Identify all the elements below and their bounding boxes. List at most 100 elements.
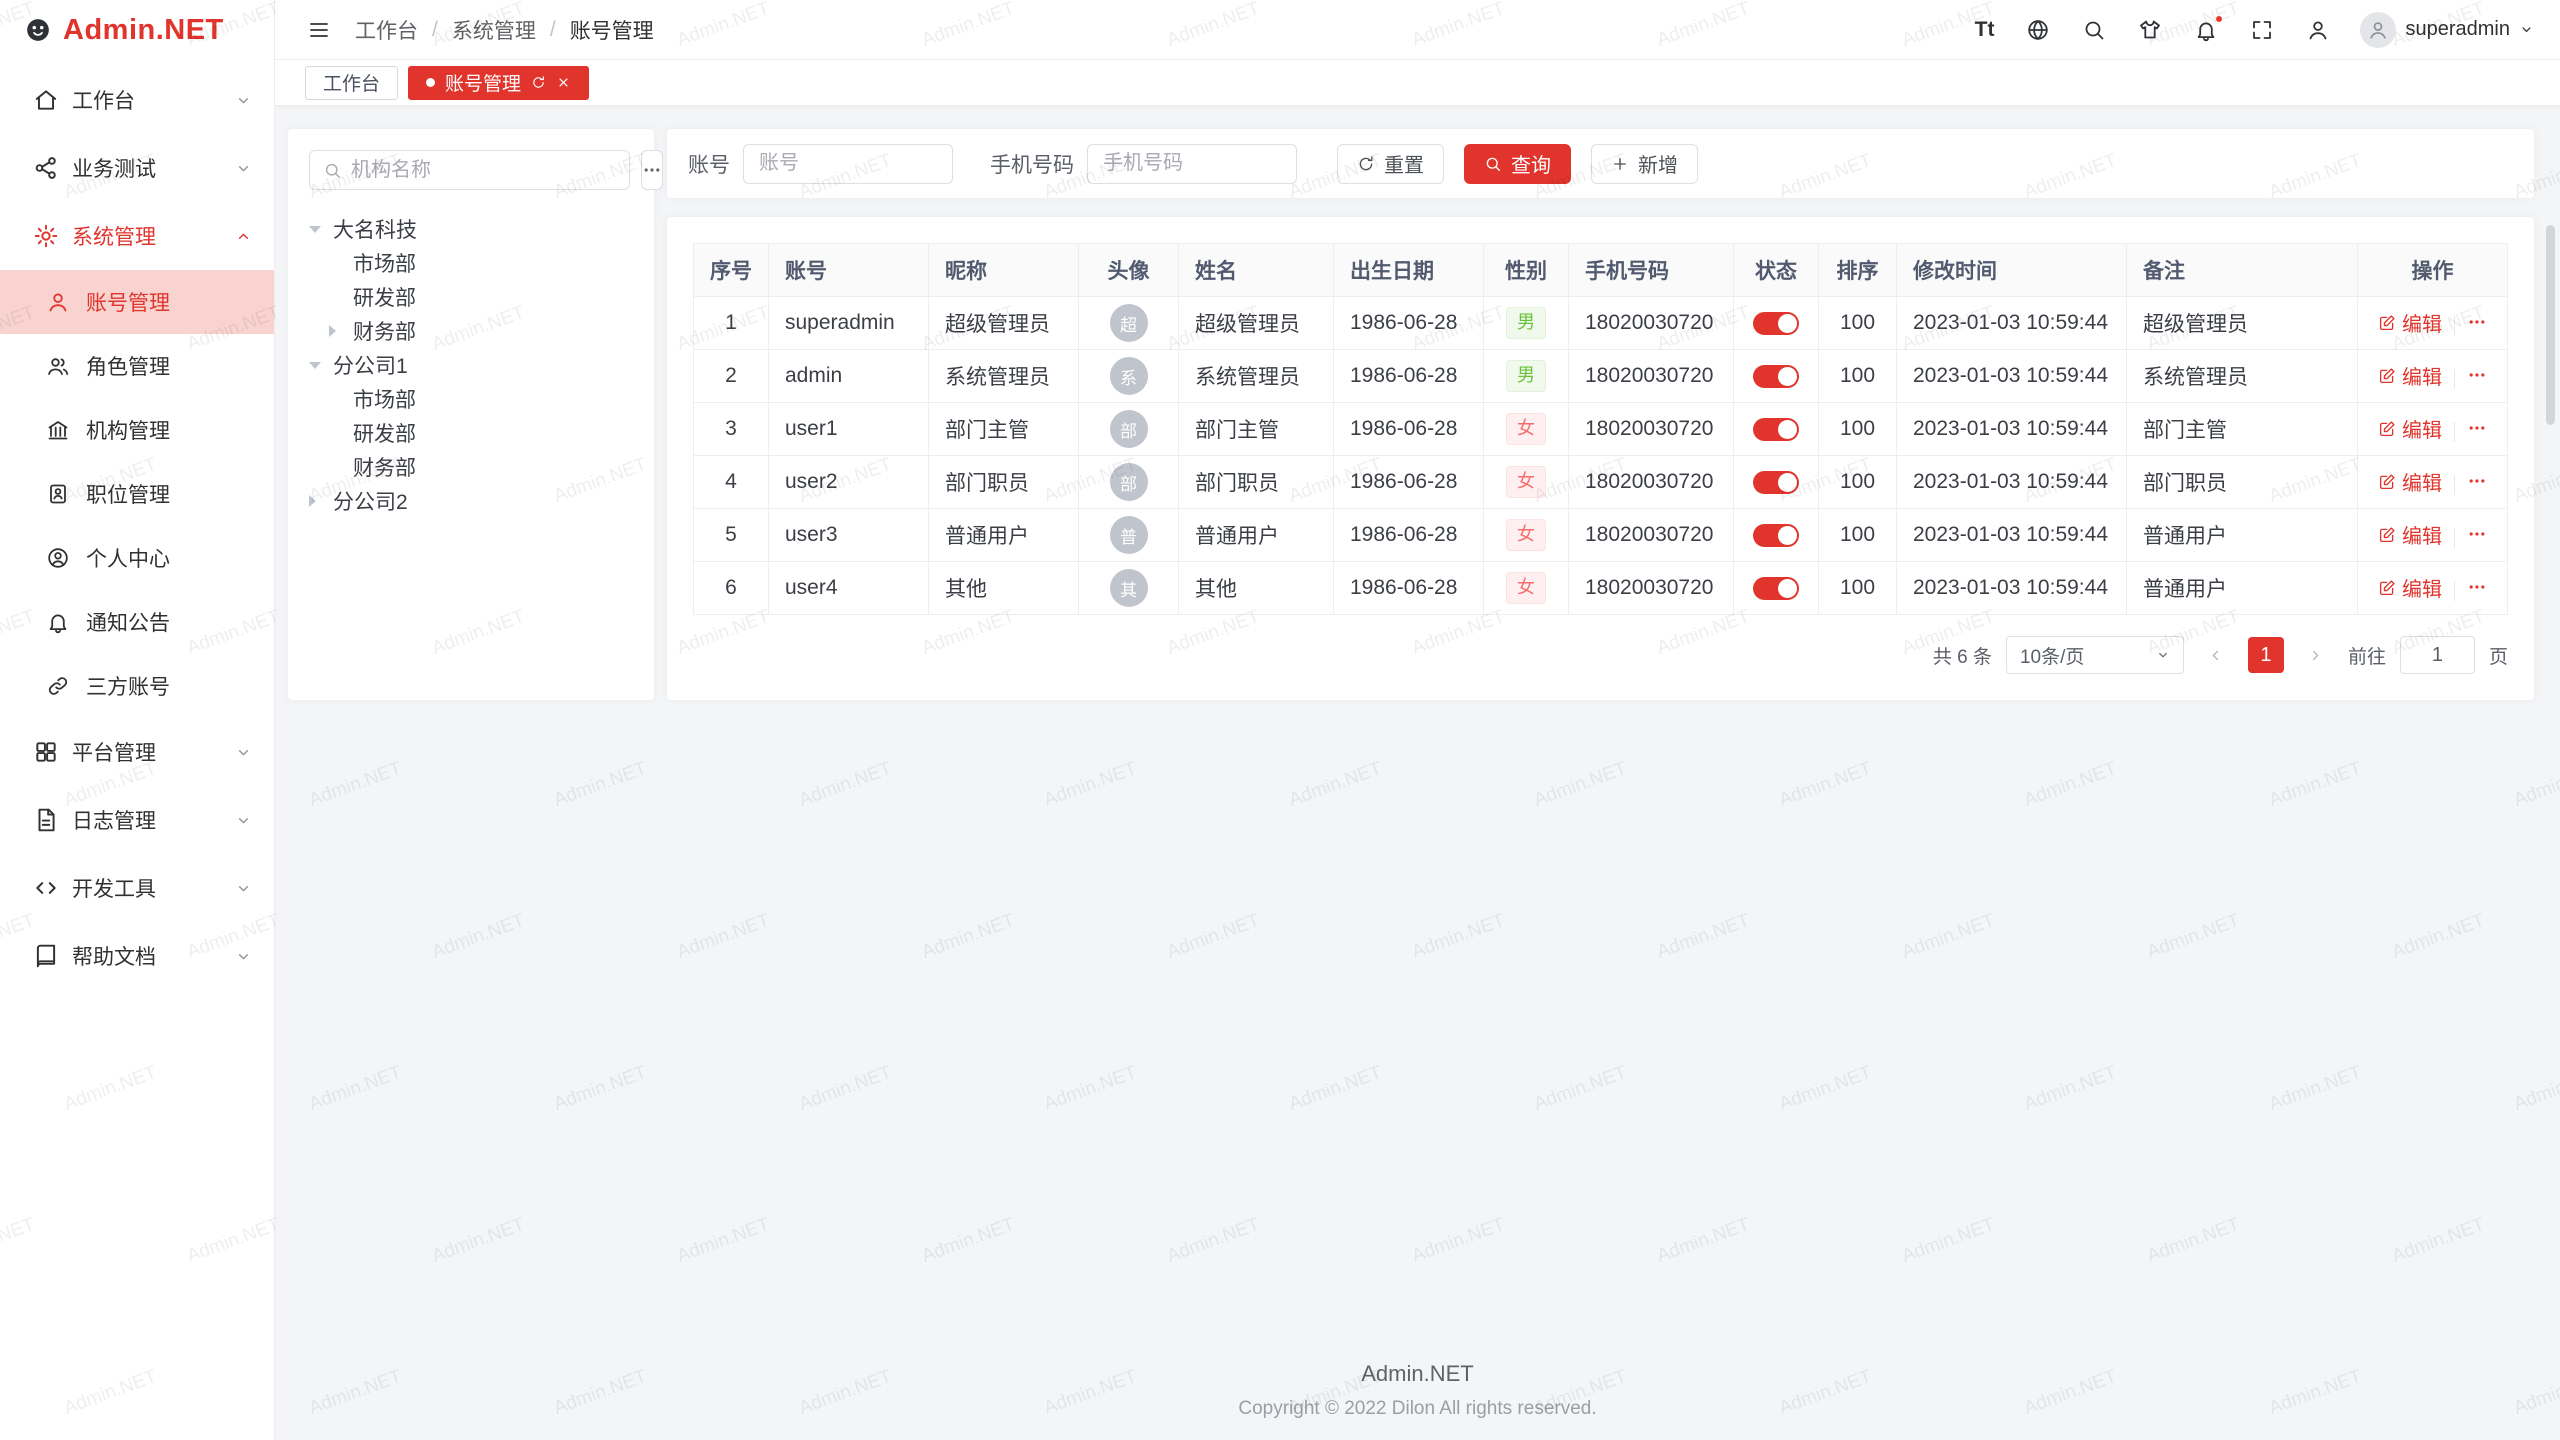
notifications-button[interactable]	[2188, 12, 2224, 48]
org-more-button[interactable]	[641, 150, 663, 190]
edit-button[interactable]: 编辑	[2378, 467, 2442, 496]
chevron-down-icon	[235, 948, 252, 965]
row-more-button[interactable]	[2467, 577, 2487, 597]
notification-badge	[2214, 14, 2224, 24]
tab-account-management[interactable]: 账号管理	[408, 66, 589, 100]
caret-down-icon[interactable]	[309, 362, 333, 369]
sidebar-item-workbench[interactable]: 工作台	[0, 66, 274, 134]
status-toggle[interactable]	[1753, 365, 1799, 388]
sidebar-subitem-position-management[interactable]: 职位管理	[0, 462, 274, 526]
sidebar-subitem-role-management[interactable]: 角色管理	[0, 334, 274, 398]
status-toggle[interactable]	[1753, 577, 1799, 600]
gender-badge: 女	[1506, 466, 1546, 497]
refresh-icon	[1357, 152, 1375, 175]
status-toggle[interactable]	[1753, 524, 1799, 547]
org-tree-node[interactable]: 大名科技	[309, 212, 633, 246]
page-unit-label: 页	[2489, 642, 2508, 669]
sidebar-item-dev-tools[interactable]: 开发工具	[0, 854, 274, 922]
breadcrumb-item[interactable]: 账号管理	[570, 15, 654, 45]
account-filter-input[interactable]	[743, 144, 953, 184]
cell-status	[1734, 562, 1819, 615]
sidebar-item-log-management[interactable]: 日志管理	[0, 786, 274, 854]
row-more-button[interactable]	[2467, 418, 2487, 438]
sidebar-item-platform-management[interactable]: 平台管理	[0, 718, 274, 786]
font-size-button[interactable]: Tt	[1969, 12, 2001, 48]
role-icon	[46, 354, 70, 378]
status-toggle[interactable]	[1753, 471, 1799, 494]
username: superadmin	[2405, 18, 2510, 41]
sidebar-subitem-third-party-account[interactable]: 三方账号	[0, 654, 274, 718]
goto-page-input[interactable]	[2400, 636, 2475, 674]
column-header: 头像	[1079, 244, 1179, 297]
org-tree-node[interactable]: 财务部	[309, 314, 633, 348]
org-tree-node[interactable]: 分公司2	[309, 484, 633, 518]
row-more-button[interactable]	[2467, 365, 2487, 385]
app-logo[interactable]: Admin.NET	[0, 0, 274, 60]
current-page-button[interactable]: 1	[2248, 637, 2284, 673]
query-button[interactable]: 查询	[1464, 144, 1571, 184]
org-search-input[interactable]	[351, 159, 616, 182]
edit-button[interactable]: 编辑	[2378, 573, 2442, 602]
sidebar-subitem-account-management[interactable]: 账号管理	[0, 270, 274, 334]
gender-badge: 男	[1506, 360, 1546, 391]
reset-button[interactable]: 重置	[1337, 144, 1444, 184]
menu-collapse-button[interactable]	[301, 12, 337, 48]
breadcrumb-item[interactable]: 工作台	[355, 15, 418, 45]
cell-name: 部门职员	[1179, 456, 1334, 509]
edit-button[interactable]: 编辑	[2378, 361, 2442, 390]
org-tree-node[interactable]: 市场部	[309, 246, 633, 280]
edit-icon	[2378, 314, 2396, 332]
row-more-button[interactable]	[2467, 524, 2487, 544]
sidebar-item-help-docs[interactable]: 帮助文档	[0, 922, 274, 990]
breadcrumb-item[interactable]: 系统管理	[452, 15, 536, 45]
row-more-button[interactable]	[2467, 471, 2487, 491]
fullscreen-button[interactable]	[2244, 12, 2280, 48]
caret-down-icon[interactable]	[309, 226, 333, 233]
edit-button[interactable]: 编辑	[2378, 414, 2442, 443]
cell-nickname: 部门职员	[929, 456, 1079, 509]
sidebar-item-system-management[interactable]: 系统管理	[0, 202, 274, 270]
tab-workbench[interactable]: 工作台	[305, 66, 398, 100]
edit-button[interactable]: 编辑	[2378, 520, 2442, 549]
profile-button[interactable]	[2300, 12, 2336, 48]
caret-right-icon[interactable]	[309, 495, 333, 507]
row-avatar: 其	[1110, 569, 1148, 607]
org-tree-node[interactable]: 财务部	[309, 450, 633, 484]
cell-index: 1	[694, 297, 769, 350]
search-button[interactable]	[2076, 12, 2112, 48]
tab-active-dot	[426, 78, 435, 87]
org-tree-node[interactable]: 研发部	[309, 280, 633, 314]
tab-close-icon[interactable]	[556, 75, 571, 90]
cell-phone: 18020030720	[1569, 350, 1734, 403]
locale-button[interactable]	[2020, 12, 2056, 48]
sidebar-subitem-org-management[interactable]: 机构管理	[0, 398, 274, 462]
org-tree: 大名科技市场部研发部财务部分公司1市场部研发部财务部分公司2	[309, 212, 633, 518]
edit-button[interactable]: 编辑	[2378, 308, 2442, 337]
plus-icon	[1611, 155, 1629, 173]
caret-right-icon[interactable]	[329, 325, 353, 337]
cell-status	[1734, 456, 1819, 509]
org-tree-node[interactable]: 研发部	[309, 416, 633, 450]
tab-refresh-icon[interactable]	[531, 75, 546, 90]
theme-icon	[2138, 18, 2162, 42]
page-size-select[interactable]: 10条/页	[2006, 636, 2184, 674]
sidebar-subitem-personal-center[interactable]: 个人中心	[0, 526, 274, 590]
status-toggle[interactable]	[1753, 312, 1799, 335]
org-tree-node[interactable]: 市场部	[309, 382, 633, 416]
row-more-button[interactable]	[2467, 312, 2487, 332]
theme-button[interactable]	[2132, 12, 2168, 48]
org-tree-node[interactable]: 分公司1	[309, 348, 633, 382]
sidebar-subitem-notice-announcement[interactable]: 通知公告	[0, 590, 274, 654]
add-button[interactable]: 新增	[1591, 144, 1698, 184]
cell-phone: 18020030720	[1569, 297, 1734, 350]
sidebar-item-business-test[interactable]: 业务测试	[0, 134, 274, 202]
prev-page-button[interactable]	[2198, 637, 2234, 673]
logo-icon	[24, 16, 52, 44]
scrollbar-thumb[interactable]	[2546, 225, 2555, 425]
next-page-button[interactable]	[2298, 637, 2334, 673]
cell-phone: 18020030720	[1569, 403, 1734, 456]
status-toggle[interactable]	[1753, 418, 1799, 441]
phone-filter-input[interactable]	[1087, 144, 1297, 184]
user-menu[interactable]: superadmin	[2360, 12, 2534, 48]
edit-icon	[2378, 579, 2396, 597]
